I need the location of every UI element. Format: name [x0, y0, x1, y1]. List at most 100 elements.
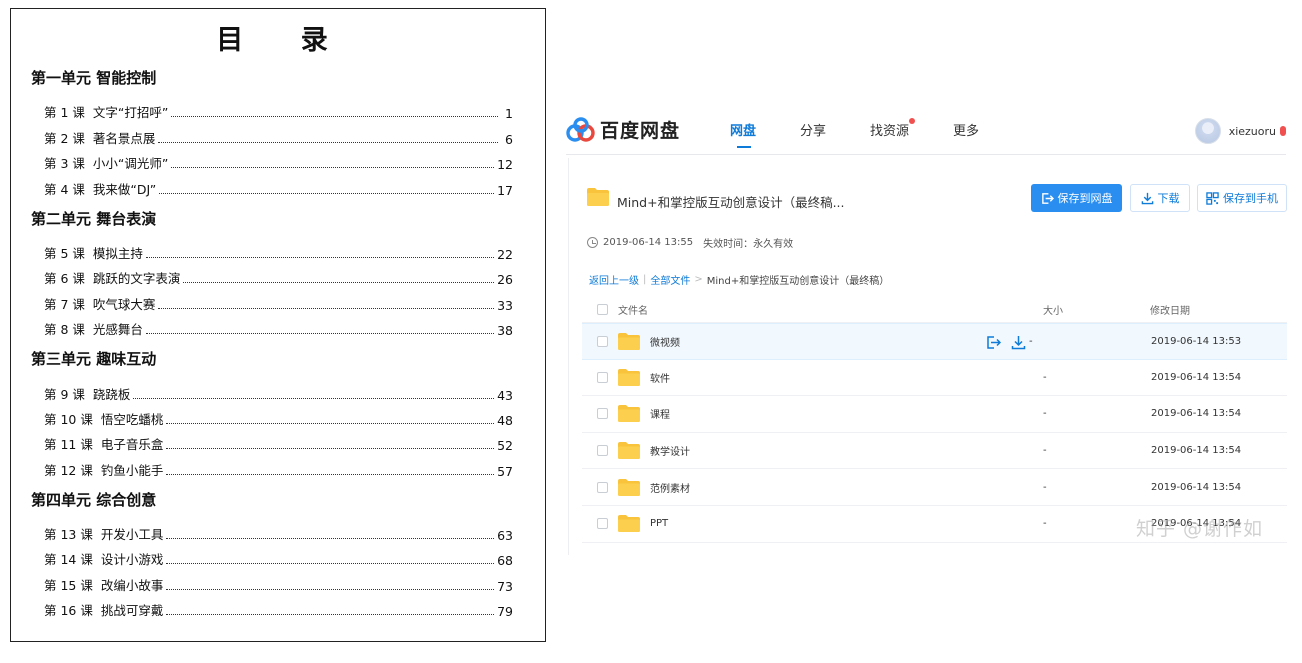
- lesson-page: 43: [497, 387, 513, 403]
- folder-icon: [587, 188, 609, 206]
- avatar[interactable]: [1194, 118, 1221, 144]
- lesson-page: 1: [505, 106, 513, 122]
- row-checkbox[interactable]: [597, 445, 608, 457]
- lesson-name: 电子音乐盒: [100, 437, 164, 453]
- lesson-page: 52: [497, 438, 513, 454]
- file-name[interactable]: 教学设计: [650, 443, 980, 458]
- nav-tab-label: 找资源: [870, 124, 910, 139]
- leader-dots: [166, 538, 495, 540]
- top-nav-bar: 百度网盘 网盘 分享 找资源 更多 xiezuoru: [566, 100, 1286, 155]
- lesson-name: 文字“打招呼”: [92, 105, 169, 121]
- lesson-name: 钓鱼小能手: [100, 462, 164, 478]
- netdisk-share-page: 百度网盘 网盘 分享 找资源 更多 xiezuoru Mind+和掌控版互动创意…: [566, 100, 1287, 555]
- leader-dots: [183, 282, 495, 284]
- lesson-name: 小小“调光师”: [92, 156, 169, 172]
- cloud-logo-icon: [566, 116, 595, 142]
- lesson-name: 著名景点展: [92, 130, 156, 146]
- lesson-number: 第 8 课: [44, 322, 85, 338]
- user-name[interactable]: xiezuoru: [1229, 125, 1276, 138]
- table-row[interactable]: 软件 - 2019-06-14 13:54: [582, 360, 1287, 397]
- download-button[interactable]: 下载: [1130, 184, 1190, 212]
- nav-tab-netdisk[interactable]: 网盘: [730, 120, 756, 148]
- button-label: 保存到网盘: [1057, 192, 1113, 205]
- user-menu[interactable]: xiezuoru: [1194, 118, 1286, 144]
- column-header-date[interactable]: 修改日期: [1150, 302, 1190, 317]
- save-to-phone-button[interactable]: 保存到手机: [1197, 184, 1287, 212]
- app-logo[interactable]: 百度网盘: [566, 116, 680, 143]
- file-date: 2019-06-14 13:54: [1151, 445, 1242, 457]
- download-icon[interactable]: [1011, 335, 1026, 350]
- nav-tab-more[interactable]: 更多: [953, 120, 979, 146]
- file-name[interactable]: 课程: [650, 406, 980, 421]
- download-icon: [1141, 192, 1153, 204]
- row-checkbox[interactable]: [597, 408, 608, 420]
- lesson-entry: 第 15 课改编小故事 73: [31, 568, 513, 594]
- file-date: 2019-06-14 13:54: [1151, 408, 1242, 420]
- file-date: 2019-06-14 13:54: [1151, 371, 1242, 383]
- folder-icon: [618, 332, 640, 350]
- folder-icon: [618, 368, 640, 386]
- table-row[interactable]: 微视频 - 2019-06-14 13:53: [582, 323, 1287, 360]
- unit-title: 第三单元 趣味互动: [31, 350, 157, 369]
- lesson-entry: 第 7 课吹气球大赛 33: [31, 287, 513, 313]
- folder-icon: [618, 405, 640, 423]
- row-checkbox[interactable]: [597, 481, 608, 493]
- lesson-page: 12: [497, 157, 513, 173]
- table-header: 文件名 大小 修改日期: [582, 296, 1287, 323]
- file-name[interactable]: 软件: [650, 370, 980, 385]
- table-row[interactable]: 教学设计 - 2019-06-14 13:54: [582, 433, 1287, 470]
- file-size: -: [1043, 408, 1047, 420]
- unit-title: 第四单元 综合创意: [31, 490, 157, 509]
- save-to-netdisk-button[interactable]: 保存到网盘: [1031, 184, 1122, 212]
- expire-label: 失效时间：: [703, 239, 754, 250]
- leader-dots: [158, 307, 495, 309]
- leader-dots: [166, 614, 495, 616]
- toc-unit: 第四单元 综合创意 第 13 课开发小工具 63 第 14 课设计小游戏 68 第 …: [31, 489, 513, 620]
- lesson-number: 第 1 课: [44, 105, 85, 121]
- row-checkbox[interactable]: [597, 335, 608, 347]
- file-name[interactable]: PPT: [650, 518, 980, 529]
- file-size: -: [1043, 371, 1047, 383]
- folder-icon: [618, 442, 640, 460]
- lesson-page: 17: [497, 182, 513, 198]
- leader-dots: [145, 256, 495, 258]
- column-header-name[interactable]: 文件名: [618, 302, 648, 317]
- lesson-number: 第 13 课: [44, 527, 93, 543]
- toc-unit: 第一单元 智能控制 第 1 课文字“打招呼” 1 第 2 课著名景点展 6 第 3 …: [31, 67, 513, 198]
- row-checkbox[interactable]: [597, 371, 608, 383]
- lesson-page: 63: [497, 528, 513, 544]
- button-label: 下载: [1157, 192, 1180, 205]
- lesson-number: 第 11 课: [44, 437, 93, 453]
- table-row[interactable]: 课程 - 2019-06-14 13:54: [582, 396, 1287, 433]
- lesson-name: 跳跃的文字表演: [92, 271, 181, 287]
- share-panel: Mind+和掌控版互动创意设计（最终稿... 保存到网盘 下载 保存到手机 20…: [568, 158, 1287, 555]
- table-row[interactable]: 范例素材 - 2019-06-14 13:54: [582, 469, 1287, 506]
- breadcrumb-separator: >: [694, 274, 703, 285]
- main-nav: 网盘 分享 找资源 更多: [730, 118, 1023, 148]
- lesson-entry: 第 13 课开发小工具 63: [31, 518, 513, 543]
- lesson-number: 第 15 课: [44, 577, 93, 593]
- file-name[interactable]: 范例素材: [650, 480, 980, 495]
- nav-tab-find-resources[interactable]: 找资源: [870, 118, 916, 146]
- save-icon[interactable]: [986, 335, 1001, 350]
- nav-tab-share[interactable]: 分享: [800, 120, 826, 146]
- row-checkbox[interactable]: [597, 518, 608, 530]
- lesson-number: 第 12 课: [44, 462, 93, 478]
- column-header-size[interactable]: 大小: [1043, 302, 1063, 317]
- lesson-entry: 第 1 课文字“打招呼” 1: [31, 96, 513, 121]
- file-name[interactable]: 微视频: [650, 334, 980, 349]
- lesson-number: 第 4 课: [44, 181, 85, 197]
- breadcrumb-all-files-link[interactable]: 全部文件: [650, 272, 690, 287]
- lesson-page: 57: [497, 463, 513, 479]
- select-all-checkbox[interactable]: [597, 303, 608, 315]
- leader-dots: [166, 588, 495, 590]
- leader-dots: [166, 422, 495, 424]
- lesson-name: 设计小游戏: [100, 552, 164, 568]
- lesson-entry: 第 14 课设计小游戏 68: [31, 543, 513, 568]
- lesson-page: 26: [497, 272, 513, 288]
- share-title: Mind+和掌控版互动创意设计（最终稿...: [617, 195, 845, 210]
- leader-dots: [166, 563, 495, 565]
- leader-dots: [159, 192, 495, 194]
- breadcrumb-back-link[interactable]: 返回上一级: [589, 272, 639, 287]
- leader-dots: [171, 167, 495, 169]
